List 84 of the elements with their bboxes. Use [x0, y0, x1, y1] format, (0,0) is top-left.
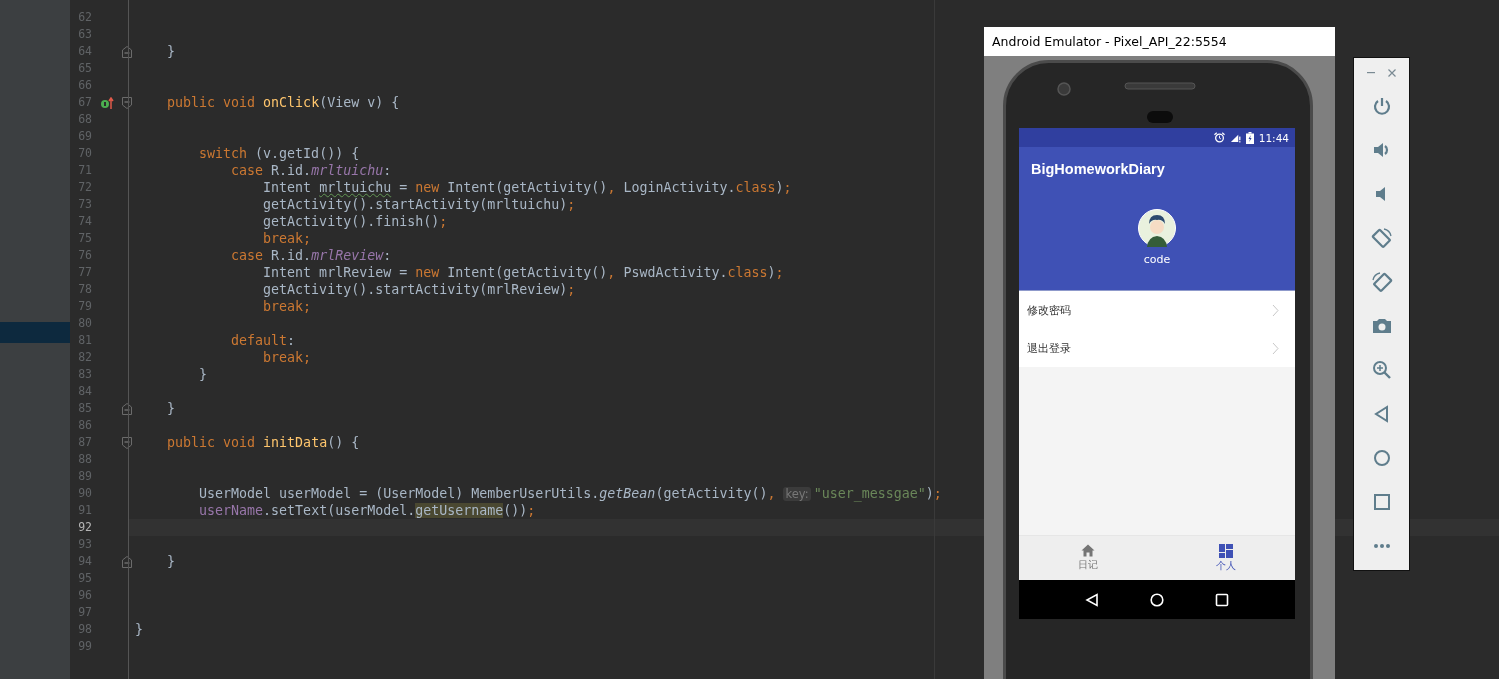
fold-icon[interactable] [122, 45, 132, 58]
line-number: 89 [77, 468, 92, 485]
alarm-icon [1213, 132, 1225, 143]
code-line: public void initData() { [166, 434, 360, 451]
user-name: code [1143, 253, 1171, 266]
line-number: 97 [77, 604, 92, 621]
code-line: case R.id.mrltuichu: [230, 162, 392, 179]
code-line: Intent mrlReview = new Intent(getActivity(), PswdActivity.class); [262, 264, 784, 281]
code-line: getActivity().startActivity(mrlReview); [262, 281, 576, 298]
close-icon[interactable] [1388, 69, 1396, 77]
line-number: 82 [77, 349, 92, 366]
code-line: } [135, 621, 143, 638]
fold-icon[interactable] [122, 436, 132, 449]
line-number: 98 [77, 621, 92, 638]
line-number: 85 [77, 400, 92, 417]
code-line: getActivity().startActivity(mrltuichu); [262, 196, 576, 213]
line-number: 70 [77, 145, 92, 162]
code-line: getActivity().finish(); [262, 213, 448, 230]
line-number: 92 [77, 519, 92, 536]
line-number: 64 [77, 43, 92, 60]
code-line: Intent mrltuichu = new Intent(getActivity(), LoginActivity.class); [262, 179, 792, 196]
line-number: 81 [77, 332, 92, 349]
menu-item[interactable]: 修改密码 [1019, 291, 1295, 329]
line-number: 71 [77, 162, 92, 179]
code-line: userName.setText(userModel.getUsername()); [198, 502, 536, 519]
back-icon[interactable] [1084, 592, 1099, 607]
code-line: } [198, 366, 208, 383]
code-line: break; [262, 230, 312, 247]
line-number: 96 [77, 587, 92, 604]
override-icon[interactable] [99, 96, 114, 109]
line-number: 87 [77, 434, 92, 451]
line-number: 69 [77, 128, 92, 145]
window-title: Android Emulator - Pixel_API_22:5554 [984, 27, 1335, 56]
code-line: } [166, 553, 176, 570]
code-line: default: [230, 332, 296, 349]
line-number: 62 [77, 9, 92, 26]
avatar[interactable] [1138, 209, 1176, 247]
line-number: 73 [77, 196, 92, 213]
fold-icon[interactable] [122, 402, 132, 415]
line-number: 93 [77, 536, 92, 553]
clock-time: 11:44 [1258, 131, 1289, 144]
code-line: switch (v.getId()) { [198, 145, 360, 162]
chevron-icon [1272, 341, 1279, 355]
line-number: 91 [77, 502, 92, 519]
home-icon [1081, 544, 1095, 557]
line-number: 95 [77, 570, 92, 587]
line-number: 84 [77, 383, 92, 400]
line-number: 77 [77, 264, 92, 281]
line-number: 99 [77, 638, 92, 655]
line-number: 66 [77, 77, 92, 94]
line-number: 74 [77, 213, 92, 230]
line-number: 80 [77, 315, 92, 332]
code-line: } [166, 43, 176, 60]
home-icon[interactable] [1150, 592, 1164, 607]
chevron-icon [1272, 303, 1279, 317]
line-number: 65 [77, 60, 92, 77]
battery-icon [1245, 131, 1254, 144]
menu-item[interactable]: 退出登录 [1019, 329, 1295, 367]
line-number: 63 [77, 26, 92, 43]
line-number: 94 [77, 553, 92, 570]
code-line: case R.id.mrlReview: [230, 247, 392, 264]
line-number: 72 [77, 179, 92, 196]
grid-icon [1219, 543, 1233, 558]
fold-icon[interactable] [122, 96, 132, 109]
line-number: 88 [77, 451, 92, 468]
code-line: break; [262, 349, 312, 366]
line-number: 67 [77, 94, 92, 111]
line-number: 90 [77, 485, 92, 502]
line-number: 76 [77, 247, 92, 264]
line-number: 78 [77, 281, 92, 298]
fold-icon[interactable] [122, 555, 132, 568]
overview-icon[interactable] [1215, 592, 1230, 607]
line-number: 83 [77, 366, 92, 383]
line-number: 79 [77, 298, 92, 315]
code-line: break; [262, 298, 312, 315]
code-line: } [166, 400, 176, 417]
code-line: UserModel userModel = (UserModel) MemberUserUtils.getBean(getActivity(), key: "user_messgae"); [198, 485, 942, 502]
line-number: 68 [77, 111, 92, 128]
minimize-icon[interactable] [1367, 72, 1375, 74]
signal-icon [1229, 132, 1241, 143]
line-number: 75 [77, 230, 92, 247]
code-line: public void onClick(View v) { [166, 94, 400, 111]
app-title: BigHomeworkDiary [1031, 161, 1165, 177]
line-number: 86 [77, 417, 92, 434]
